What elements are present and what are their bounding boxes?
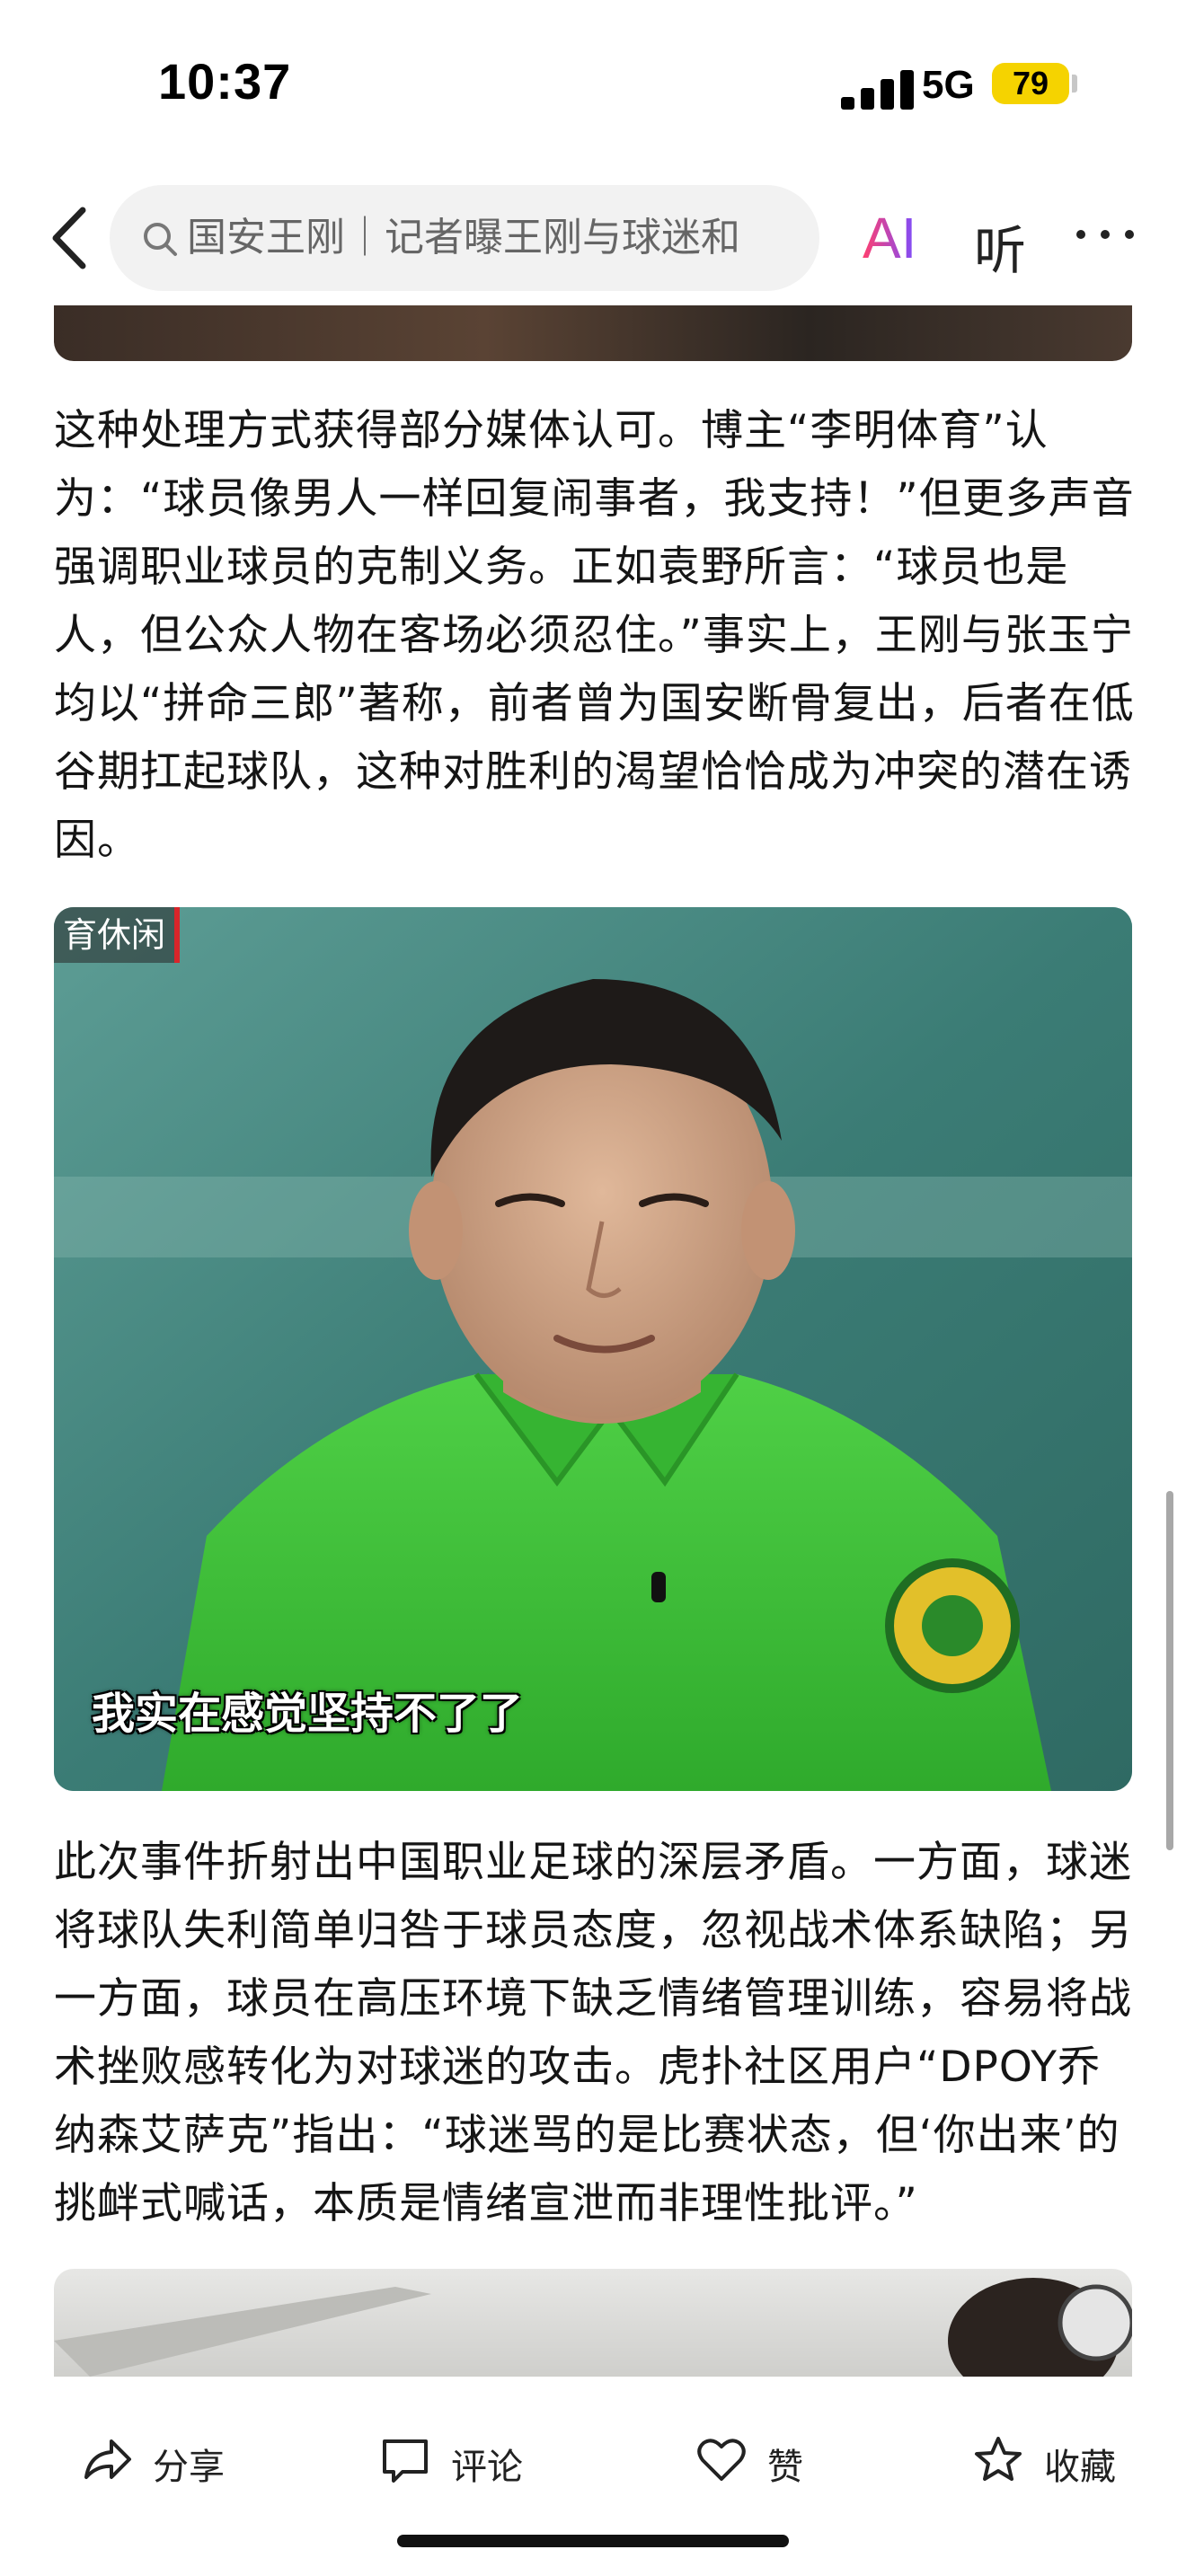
ai-button[interactable]: AI <box>863 205 916 271</box>
star-icon <box>975 2437 1022 2481</box>
chevron-left-icon <box>52 207 86 269</box>
comment-label: 评论 <box>451 2447 523 2488</box>
comment-button[interactable]: 评论 <box>379 2425 559 2497</box>
share-icon <box>84 2439 131 2479</box>
battery-icon: 79 <box>992 63 1069 104</box>
article-image-player[interactable]: 育休闲 我实在感觉坚持不了了 <box>54 907 1132 1791</box>
listen-button[interactable]: 听 <box>974 208 1026 284</box>
network-type: 5G <box>922 63 975 107</box>
player-photo <box>54 907 1132 1791</box>
next-photo <box>54 2278 1132 2377</box>
like-button[interactable]: 赞 <box>695 2425 839 2497</box>
favorite-label: 收藏 <box>1044 2447 1116 2488</box>
back-button[interactable] <box>43 198 97 278</box>
video-source-tag: 育休闲 <box>54 907 181 963</box>
more-icon[interactable] <box>1076 230 1134 243</box>
heart-icon <box>697 2439 746 2481</box>
comment-icon <box>383 2439 428 2483</box>
search-query: 国安王刚｜记者曝王刚与球迷和 <box>187 215 740 260</box>
status-bar: 10:37 5G 79 <box>0 0 1186 171</box>
article-image-previous[interactable] <box>54 305 1132 361</box>
status-time: 10:37 <box>158 53 292 110</box>
signal-icon <box>841 70 915 110</box>
scrollbar[interactable] <box>1166 1491 1173 1850</box>
top-nav: 国安王刚｜记者曝王刚与球迷和 AI 听 <box>0 171 1186 305</box>
battery-level: 79 <box>1012 65 1049 101</box>
home-indicator[interactable] <box>397 2535 789 2547</box>
favorite-button[interactable]: 收藏 <box>972 2425 1152 2497</box>
article-paragraph-1: 这种处理方式获得部分媒体认可。博主“李明体育”认为：“球员像男人一样回复闹事者，… <box>54 406 1135 865</box>
article-image-next[interactable] <box>54 2269 1132 2377</box>
share-button[interactable]: 分享 <box>81 2425 261 2497</box>
battery-cap <box>1072 75 1077 93</box>
like-label: 赞 <box>767 2447 803 2488</box>
video-subtitle: 我实在感觉坚持不了了 <box>92 1689 524 1739</box>
share-label: 分享 <box>153 2447 225 2488</box>
search-icon <box>144 223 177 256</box>
article-paragraph-2: 此次事件折射出中国职业足球的深层矛盾。一方面，球迷将球队失利简单归咎于球员态度，… <box>54 1838 1132 2228</box>
search-bar[interactable]: 国安王刚｜记者曝王刚与球迷和 <box>110 185 819 291</box>
